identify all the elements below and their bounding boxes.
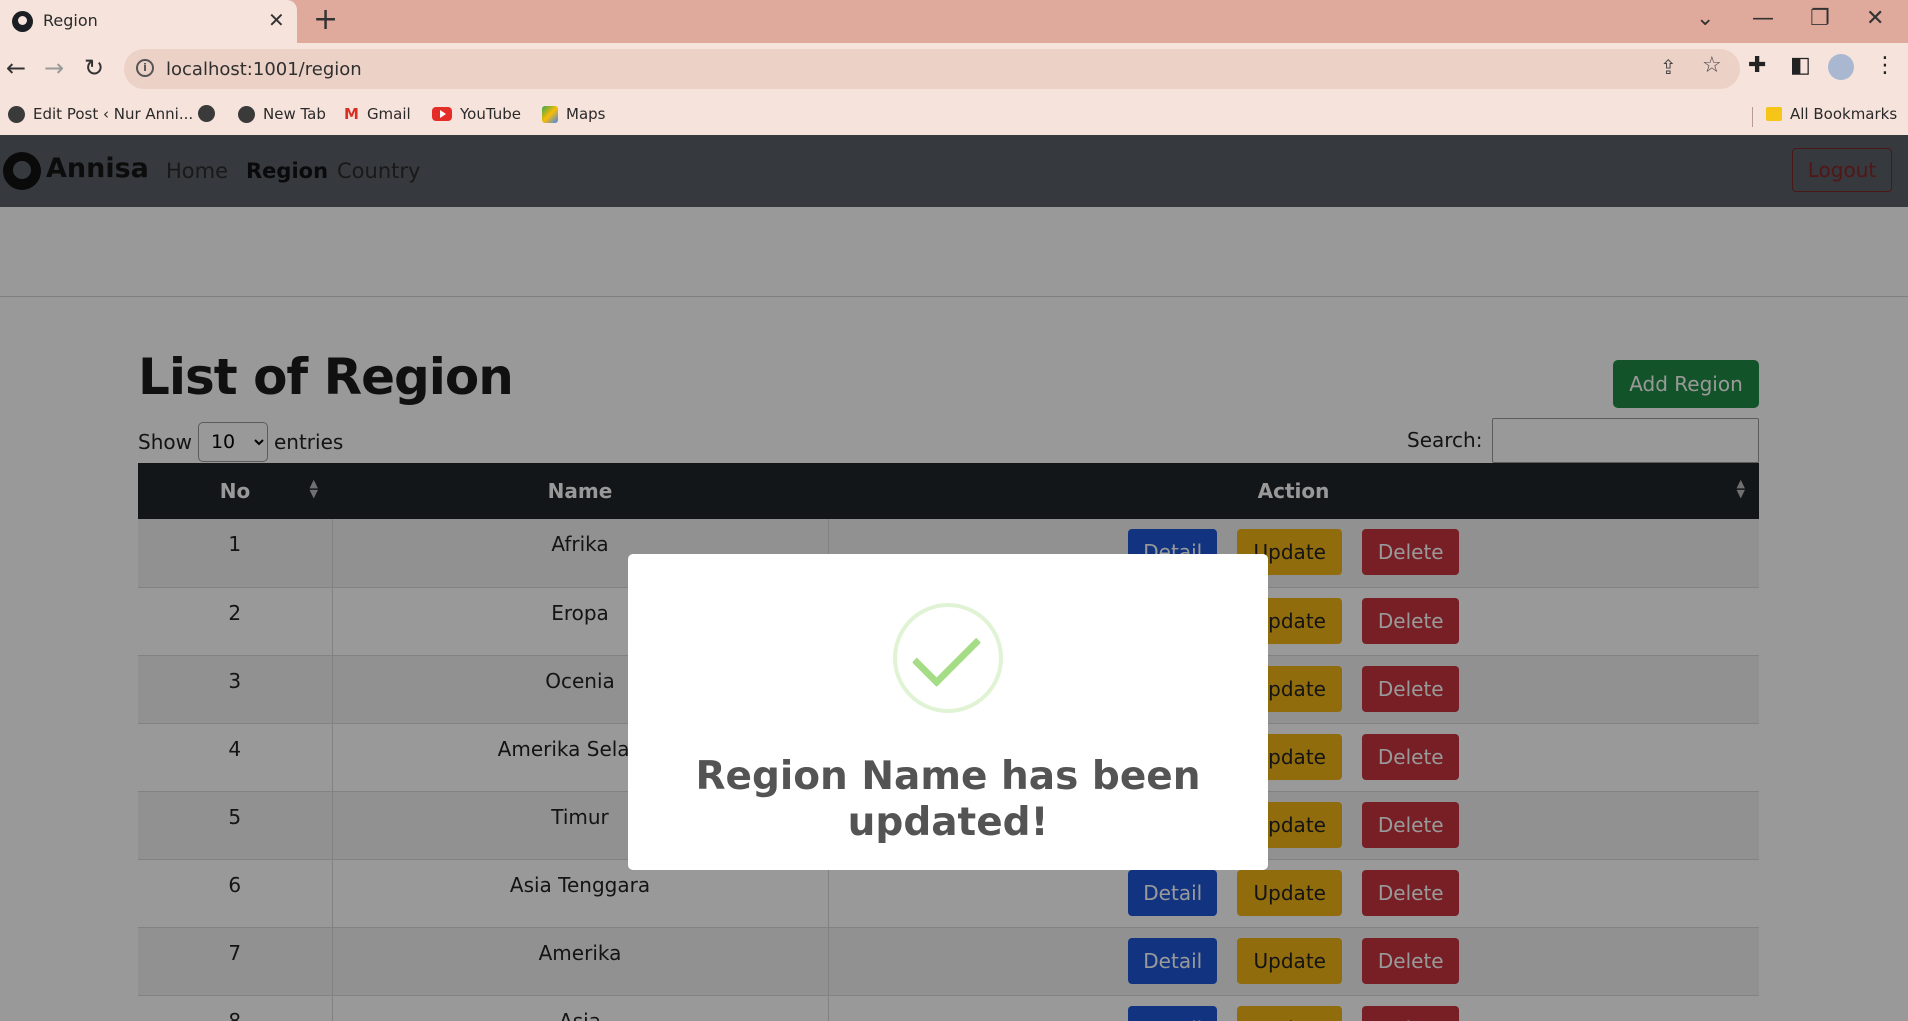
tab-strip: Region ✕ + ⌄ — ❐ ✕ — [0, 0, 1908, 43]
url-text[interactable]: localhost:1001/region — [166, 59, 362, 80]
bookmark-maps[interactable]: Maps — [542, 105, 605, 123]
side-panel-icon[interactable]: ◧ — [1790, 53, 1811, 78]
bookmark-label: Maps — [566, 105, 606, 123]
success-check-icon — [893, 603, 1003, 713]
github-icon — [12, 11, 33, 32]
globe-icon — [8, 105, 25, 123]
bookmark-new-tab[interactable]: New Tab — [238, 105, 326, 123]
bookmarks-divider — [1752, 107, 1753, 127]
gmail-icon: M — [344, 105, 359, 123]
share-icon[interactable]: ⇪ — [1660, 55, 1677, 79]
page-content: Annisa Home Region Country Logout List o… — [0, 135, 1908, 1021]
bookmark-label: Gmail — [366, 105, 411, 123]
close-window-button[interactable]: ✕ — [1866, 6, 1884, 31]
maps-icon — [542, 105, 558, 123]
browser-toolbar: ← → ↻ i localhost:1001/region ⇪ ☆ ✚ ◧ ⋮ — [0, 43, 1908, 97]
forward-arrow-icon[interactable]: → — [44, 54, 64, 82]
reload-icon[interactable]: ↻ — [84, 54, 104, 82]
bookmark-edit-post[interactable]: Edit Post ‹ Nur Anni... — [8, 105, 193, 123]
back-arrow-icon[interactable]: ← — [6, 54, 26, 82]
all-bookmarks-label: All Bookmarks — [1790, 105, 1898, 123]
tab-title: Region — [43, 11, 98, 30]
globe-icon — [198, 105, 215, 122]
extensions-icon[interactable]: ✚ — [1748, 53, 1766, 78]
bookmark-star-icon[interactable]: ☆ — [1702, 53, 1722, 78]
site-info-icon[interactable]: i — [136, 59, 154, 77]
restore-button[interactable]: ❐ — [1810, 6, 1830, 31]
menu-kebab-icon[interactable]: ⋮ — [1874, 53, 1896, 78]
youtube-icon — [432, 107, 452, 121]
modal-title: Region Name has been updated! — [695, 754, 1201, 845]
address-bar[interactable]: i localhost:1001/region ⇪ ☆ — [124, 49, 1740, 89]
bookmark-label: New Tab — [263, 105, 326, 123]
bookmark-label: Edit Post ‹ Nur Anni... — [33, 105, 194, 123]
profile-avatar[interactable] — [1828, 54, 1854, 80]
all-bookmarks-button[interactable]: All Bookmarks — [1766, 105, 1897, 123]
browser-tab[interactable]: Region ✕ — [0, 0, 297, 43]
bookmark-gmail[interactable]: M Gmail — [344, 105, 411, 123]
bookmark-label: YouTube — [460, 105, 521, 123]
tab-search-button[interactable]: ⌄ — [1696, 6, 1714, 31]
new-tab-button[interactable]: + — [313, 5, 338, 35]
success-modal: Region Name has been updated! — [628, 554, 1268, 870]
tab-close-button[interactable]: ✕ — [268, 8, 285, 32]
minimize-button[interactable]: — — [1752, 6, 1774, 31]
bookmark-globe[interactable] — [198, 105, 215, 122]
bookmark-youtube[interactable]: YouTube — [432, 105, 521, 123]
globe-icon — [238, 105, 255, 123]
folder-icon — [1766, 107, 1782, 121]
bookmarks-bar: Edit Post ‹ Nur Anni... New Tab M Gmail … — [0, 97, 1908, 135]
